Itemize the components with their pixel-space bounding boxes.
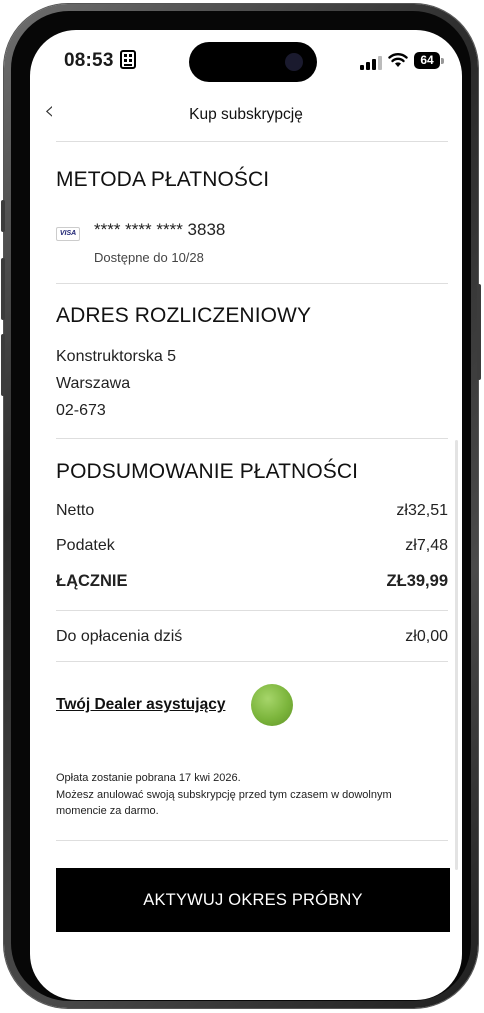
volume-down-button <box>1 334 5 396</box>
signal-icon <box>360 56 382 70</box>
volume-up-button <box>1 258 5 320</box>
tax-value: zł7,48 <box>405 537 448 554</box>
screen: 08:53 64 ‹ Kup subskrypcję METODA PŁATNO… <box>30 30 462 1000</box>
visa-card-icon: VISA <box>56 227 80 241</box>
divider <box>56 141 448 142</box>
divider <box>56 283 448 284</box>
divider <box>56 438 448 439</box>
assisting-dealer-link[interactable]: Twój Dealer asystujący <box>56 696 225 714</box>
dynamic-island <box>189 42 317 82</box>
phone-frame: 08:53 64 ‹ Kup subskrypcję METODA PŁATNO… <box>1 4 481 1008</box>
due-today-row: Do opłacenia dziś zł0,00 <box>56 628 448 646</box>
billing-address-heading: ADRES ROZLICZENIOWY <box>56 304 312 327</box>
action-button <box>1 200 5 232</box>
total-value: ZŁ39,99 <box>386 572 448 590</box>
battery-icon: 64 <box>414 52 444 69</box>
divider <box>56 840 448 841</box>
payment-summary-heading: PODSUMOWANIE PŁATNOŚCI <box>56 460 359 483</box>
net-value: zł32,51 <box>396 502 448 519</box>
charge-date-notice: Opłata zostanie pobrana 17 kwi 2026. <box>56 772 241 784</box>
camera-icon <box>285 53 303 71</box>
nav-bar: ‹ Kup subskrypcję <box>30 92 462 140</box>
activate-trial-button[interactable]: AKTYWUJ OKRES PRÓBNY <box>56 868 450 932</box>
scrollbar[interactable] <box>455 440 458 870</box>
card-valid-until: Dostępne do 10/28 <box>94 250 204 265</box>
net-label: Netto <box>56 502 95 519</box>
wifi-icon <box>388 53 408 67</box>
total-label: ŁĄCZNIE <box>56 572 128 590</box>
status-time: 08:53 <box>64 50 114 71</box>
net-row: Netto zł32,51 <box>56 502 448 520</box>
dealer-status-indicator <box>251 684 293 726</box>
power-button <box>477 284 481 380</box>
address-street: Konstruktorska 5 <box>56 348 177 365</box>
due-today-label: Do opłacenia dziś <box>56 628 183 645</box>
sim-icon <box>120 50 136 69</box>
tax-label: Podatek <box>56 537 115 554</box>
card-number: **** **** **** 3838 <box>94 220 226 239</box>
address-city: Warszawa <box>56 375 131 392</box>
status-bar: 08:53 64 <box>30 30 462 90</box>
payment-method-heading: METODA PŁATNOŚCI <box>56 168 270 191</box>
tax-row: Podatek zł7,48 <box>56 537 448 555</box>
divider <box>56 661 448 662</box>
cancel-notice: Możesz anulować swoją subskrypcję przed … <box>56 789 392 817</box>
page-title: Kup subskrypcję <box>189 106 303 123</box>
address-postal-code: 02-673 <box>56 402 106 419</box>
total-row: ŁĄCZNIE ZŁ39,99 <box>56 572 448 591</box>
divider <box>56 610 448 611</box>
due-today-value: zł0,00 <box>405 628 448 645</box>
